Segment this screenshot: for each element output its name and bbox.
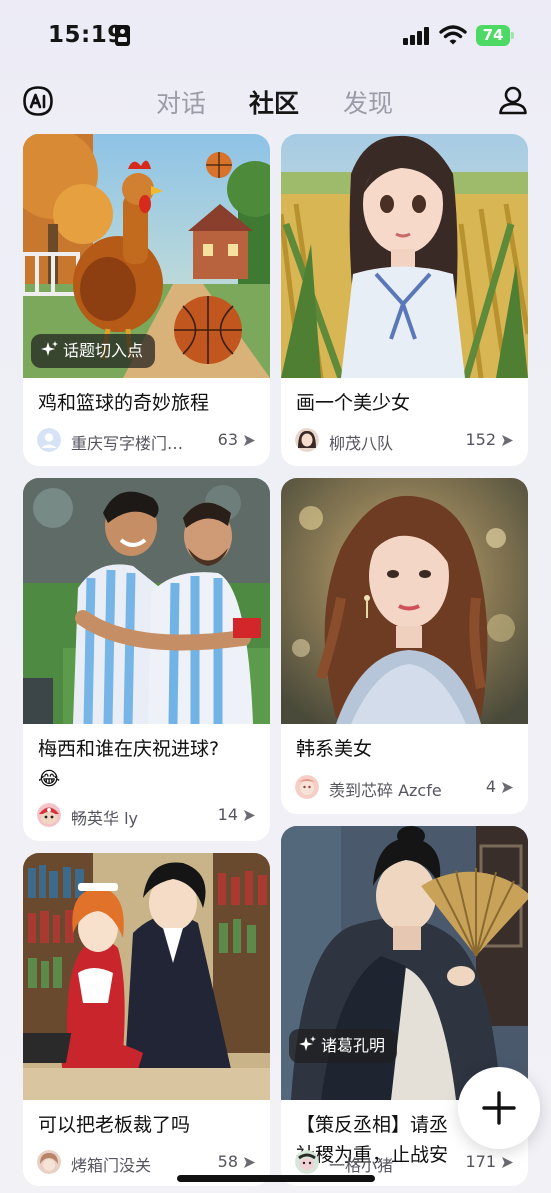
post-card[interactable]: 可以把老板裁了吗 烤箱门没关 58	[23, 853, 270, 1186]
share-count: 171	[465, 1152, 496, 1171]
post-card[interactable]: 梅西和谁在庆祝进球? 😂 畅英华 ly 14	[23, 478, 270, 841]
post-meta: 柳茂八队 152	[295, 428, 514, 454]
status-bar: 15:19 74	[0, 0, 551, 70]
post-card[interactable]: 话题切入点 鸡和篮球的奇妙旅程 重庆写字楼门… 63	[23, 134, 270, 466]
id-card-icon	[115, 25, 130, 46]
post-meta: 重庆写字楼门… 63	[37, 428, 256, 454]
home-indicator	[177, 1175, 375, 1182]
author-name[interactable]: 柳茂八队	[329, 430, 393, 454]
author-name[interactable]: 一格小猪	[329, 1152, 393, 1176]
share-count: 4	[485, 777, 496, 796]
share-count: 63	[217, 430, 238, 449]
avatar[interactable]	[295, 775, 319, 799]
sparkle-icon	[41, 341, 58, 356]
author-name[interactable]: 畅英华 ly	[71, 805, 138, 829]
author-name[interactable]: 重庆写字楼门…	[71, 430, 183, 454]
avatar[interactable]	[295, 428, 319, 452]
share-count: 14	[217, 805, 238, 824]
tab-community[interactable]: 社区	[249, 84, 299, 120]
post-image	[281, 134, 528, 378]
tab-discover[interactable]: 发现	[343, 84, 393, 120]
battery-indicator: 74	[476, 25, 514, 46]
avatar[interactable]	[37, 1150, 61, 1174]
cellular-signal-icon	[403, 27, 431, 45]
avatar[interactable]	[295, 1150, 319, 1174]
status-time: 15:19	[48, 22, 124, 48]
topic-tag: 诸葛孔明	[289, 1029, 398, 1063]
wifi-icon	[439, 25, 467, 45]
create-post-button[interactable]	[458, 1067, 540, 1149]
post-image	[281, 478, 528, 724]
ai-logo-icon[interactable]	[22, 85, 54, 117]
share-arrow-icon[interactable]	[501, 434, 514, 447]
post-card[interactable]: 韩系美女 羡到芯碎 Azcfe 4	[281, 478, 528, 814]
post-image	[23, 853, 270, 1100]
post-meta: 一格小猪 171	[295, 1150, 514, 1176]
post-title: 可以把老板裁了吗	[38, 1114, 191, 1136]
share-arrow-icon[interactable]	[243, 1156, 256, 1169]
topic-tag-label: 话题切入点	[63, 341, 144, 360]
post-card[interactable]: 画一个美少女 柳茂八队 152	[281, 134, 528, 466]
plus-icon	[482, 1091, 516, 1125]
share-arrow-icon[interactable]	[501, 781, 514, 794]
post-meta: 羡到芯碎 Azcfe 4	[295, 775, 514, 801]
share-count: 58	[217, 1152, 238, 1171]
tab-chat[interactable]: 对话	[156, 84, 206, 120]
share-count: 152	[465, 430, 496, 449]
post-meta: 烤箱门没关 58	[37, 1150, 256, 1176]
post-image	[23, 478, 270, 724]
author-name[interactable]: 烤箱门没关	[71, 1152, 151, 1176]
post-title: 鸡和篮球的奇妙旅程	[38, 392, 210, 414]
share-arrow-icon[interactable]	[501, 1156, 514, 1169]
author-name[interactable]: 羡到芯碎 Azcfe	[329, 777, 442, 801]
top-nav: 对话 社区 发现	[0, 76, 551, 126]
share-arrow-icon[interactable]	[243, 809, 256, 822]
topic-tag-label: 诸葛孔明	[321, 1036, 386, 1055]
avatar[interactable]	[37, 428, 61, 452]
post-title: 梅西和谁在庆祝进球? 😂	[38, 738, 220, 790]
sparkle-icon	[299, 1036, 316, 1051]
topic-tag: 话题切入点	[31, 334, 156, 368]
post-meta: 畅英华 ly 14	[37, 803, 256, 829]
user-icon[interactable]	[497, 84, 529, 116]
post-title: 画一个美少女	[296, 392, 411, 414]
post-title: 韩系美女	[296, 738, 373, 760]
avatar[interactable]	[37, 803, 61, 827]
share-arrow-icon[interactable]	[243, 434, 256, 447]
